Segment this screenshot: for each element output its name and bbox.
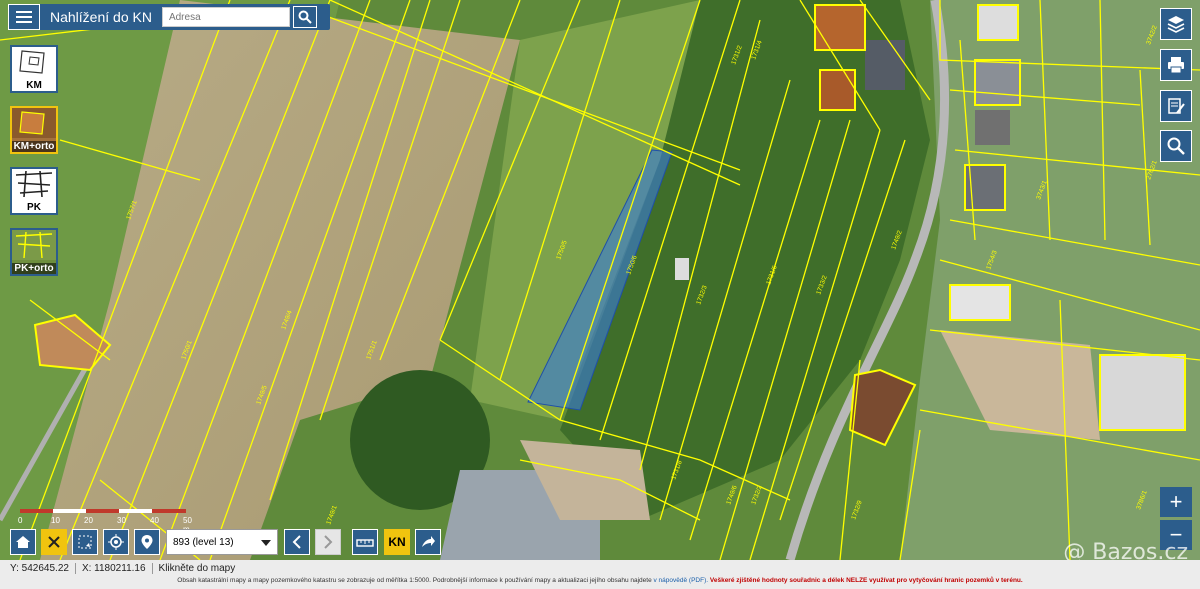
layer-km-orto-button[interactable]: KM+orto <box>10 106 58 154</box>
measure-button[interactable] <box>352 529 378 555</box>
kn-button[interactable]: KN <box>384 529 410 555</box>
ruler-icon <box>356 539 374 547</box>
document-edit-icon <box>1168 98 1185 114</box>
land-register-ortho-icon <box>12 230 56 260</box>
home-icon <box>16 536 30 548</box>
hamburger-icon-bar <box>16 21 32 23</box>
previous-view-button[interactable] <box>284 529 310 555</box>
map-svg[interactable]: 1750/1 1751/11749/51749/41750/51750/61731… <box>0 0 1200 560</box>
crosshair-icon <box>108 534 124 550</box>
edit-button[interactable] <box>1160 90 1192 122</box>
home-button[interactable] <box>10 529 36 555</box>
hall-roof <box>1099 354 1186 431</box>
layer-pk-orto-button[interactable]: PK+orto <box>10 228 58 276</box>
layer-km-orto-label: KM+orto <box>12 141 56 152</box>
status-bar: Y: 542645.22 X: 1180211.16 Klikněte do m… <box>0 560 1200 589</box>
house <box>975 60 1020 105</box>
top-bar: Nahlížení do KN <box>8 4 330 30</box>
scale-bar: 01020304050 m <box>18 507 192 534</box>
zoom-level-value: 893 (level 13) <box>173 536 234 548</box>
layer-pk-button[interactable]: PK <box>10 167 58 215</box>
house <box>975 110 1010 145</box>
zoom-box-button[interactable] <box>72 529 98 555</box>
help-pdf-link[interactable]: v nápovědě (PDF). <box>654 577 709 584</box>
close-icon <box>48 536 60 548</box>
zoom-extent-icon <box>78 535 92 549</box>
chevron-left-icon <box>292 535 301 549</box>
search-parcel-button[interactable] <box>1160 130 1192 162</box>
shed <box>675 258 689 280</box>
address-search-input[interactable] <box>161 7 290 27</box>
land-register-icon <box>15 170 53 198</box>
warning-text: Veškeré zjištěné hodnoty souřadnic a dél… <box>709 577 1023 584</box>
disclaimer-row: Obsah katastrální mapy a mapy pozemkovéh… <box>0 577 1200 584</box>
place-marker-button[interactable] <box>134 529 160 555</box>
house <box>950 285 1010 320</box>
map-pin-icon <box>141 535 153 549</box>
disclaimer-text: Obsah katastrální mapy a mapy pozemkovéh… <box>177 577 652 584</box>
house <box>865 40 905 90</box>
layers-icon <box>1167 16 1185 33</box>
hamburger-icon-bar <box>16 16 32 18</box>
scale-tick-label: 20 <box>84 516 93 525</box>
x-coordinate: X: 1180211.16 <box>76 563 153 574</box>
share-button[interactable] <box>415 529 441 555</box>
chevron-right-icon <box>324 535 333 549</box>
layer-pk-orto-label: PK+orto <box>12 263 56 274</box>
next-view-button[interactable] <box>315 529 341 555</box>
app-title: Nahlížení do KN <box>50 9 152 25</box>
menu-button[interactable] <box>8 4 40 30</box>
scale-ticks: 01020304050 m <box>18 516 200 534</box>
plus-icon: + <box>1169 489 1183 514</box>
search-button[interactable] <box>292 6 317 28</box>
share-arrow-icon <box>422 536 435 547</box>
orthophoto-map-icon <box>12 108 56 138</box>
hamburger-icon <box>16 11 32 13</box>
scale-tick-label: 10 <box>51 516 60 525</box>
house <box>978 5 1018 40</box>
search-icon <box>298 10 312 24</box>
scale-tick-label: 40 <box>150 516 159 525</box>
printer-icon <box>1168 57 1184 74</box>
house <box>815 5 865 50</box>
house <box>820 70 855 110</box>
zoom-in-button[interactable]: + <box>1160 487 1192 517</box>
layers-button[interactable] <box>1160 8 1192 40</box>
locate-button[interactable] <box>103 529 129 555</box>
map-canvas[interactable]: 1750/1 1751/1 1749/5 1749/4 1750/5 1750/6 1731… <box>0 0 1200 560</box>
clear-button[interactable] <box>41 529 67 555</box>
layer-km-button[interactable]: KM <box>10 45 58 93</box>
layer-km-label: KM <box>12 80 56 91</box>
zoom-level-select[interactable]: 893 (level 13) <box>166 529 278 555</box>
chevron-down-icon <box>261 540 271 546</box>
scale-tick-label: 30 <box>117 516 126 525</box>
layer-pk-label: PK <box>12 202 56 213</box>
scale-tick-label: 0 <box>18 516 23 525</box>
magnifier-icon <box>1167 137 1185 155</box>
coordinates-row: Y: 542645.22 X: 1180211.16 Klikněte do m… <box>4 562 241 575</box>
map-hint: Klikněte do mapy <box>158 563 236 574</box>
y-coordinate: Y: 542645.22 <box>4 563 76 574</box>
cadastral-map-icon <box>19 50 45 74</box>
print-button[interactable] <box>1160 49 1192 81</box>
